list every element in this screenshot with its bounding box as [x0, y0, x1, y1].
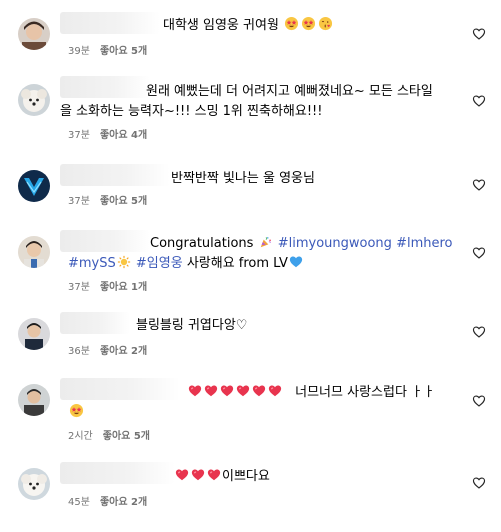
- comment-likes[interactable]: 좋아요 5개: [103, 431, 150, 442]
- red-heart-emoji-icon: [175, 468, 189, 482]
- like-heart-icon[interactable]: [472, 94, 486, 108]
- red-heart-emoji-icon: [191, 468, 205, 482]
- avatar[interactable]: [18, 170, 50, 202]
- avatar[interactable]: [18, 84, 50, 116]
- star-struck-emoji-icon: [284, 16, 299, 31]
- comment-body-line-1: 원래 예뻤는데 더 어려지고 예뻐졌네요~ 모든 스타일: [146, 84, 433, 99]
- comment-meta: 36분 좋아요 2개: [68, 345, 147, 359]
- username-blurred[interactable]: [60, 12, 160, 34]
- red-heart-emoji-icon: [207, 468, 221, 482]
- comment-likes[interactable]: 좋아요 5개: [100, 196, 147, 207]
- username-blurred[interactable]: [60, 378, 180, 400]
- avatar[interactable]: [18, 468, 50, 500]
- comment-body: 사랑해요 from LV: [186, 256, 288, 271]
- username-blurred[interactable]: [60, 76, 150, 98]
- comment-text: 반짝반짝 빛나는 울 영웅님: [171, 168, 465, 190]
- avatar[interactable]: [18, 18, 50, 50]
- red-heart-emoji-icon: [188, 384, 202, 398]
- comment-text: Congratulations #limyoungwoong #lmhero: [150, 233, 465, 255]
- comment-likes[interactable]: 좋아요 5개: [100, 46, 147, 57]
- hashtag-link[interactable]: #임영웅: [136, 256, 183, 271]
- comment-time[interactable]: 45분: [68, 497, 90, 508]
- comment-time[interactable]: 37분: [68, 130, 90, 141]
- comment-time[interactable]: 37분: [68, 196, 90, 207]
- comment-likes[interactable]: 좋아요 2개: [100, 497, 147, 508]
- username-blurred[interactable]: [60, 312, 130, 334]
- comment-body: 블링블링 귀엽다앙♡: [136, 318, 248, 333]
- comment-meta: 37분 좋아요 4개: [68, 129, 147, 143]
- username-blurred[interactable]: [60, 462, 175, 484]
- comment-body: 반짝반짝 빛나는 울 영웅님: [171, 171, 315, 186]
- comment-time[interactable]: 36분: [68, 346, 90, 357]
- like-heart-icon[interactable]: [472, 394, 486, 408]
- comment-likes[interactable]: 좋아요 4개: [100, 130, 147, 141]
- comment-meta: 37분 좋아요 1개: [68, 281, 147, 295]
- face-blowing-kiss-emoji-icon: [318, 16, 333, 31]
- comment-time[interactable]: 2시간: [68, 431, 93, 442]
- comment-text: [68, 402, 465, 424]
- comment-likes[interactable]: 좋아요 2개: [100, 346, 147, 357]
- sun-emoji-icon: [117, 255, 131, 269]
- username-blurred[interactable]: [60, 164, 170, 186]
- comment-body: 이쁘다요: [222, 469, 270, 484]
- comment-meta: 39분 좋아요 5개: [68, 45, 147, 59]
- comment-time[interactable]: 39분: [68, 46, 90, 57]
- comment-text: 이쁘다요: [174, 466, 465, 488]
- comment-body-line-2: 을 소화하는 능력자~!!! 스밍 1위 찐축하해요!!!: [60, 104, 323, 119]
- like-heart-icon[interactable]: [472, 476, 486, 490]
- comment-text: 원래 예뻤는데 더 어려지고 예뻐졌네요~ 모든 스타일: [146, 81, 465, 103]
- username-blurred[interactable]: [60, 230, 150, 252]
- avatar[interactable]: [18, 384, 50, 416]
- comment-body: Congratulations: [150, 236, 254, 251]
- comment-likes[interactable]: 좋아요 1개: [100, 282, 147, 293]
- like-heart-icon[interactable]: [472, 178, 486, 192]
- comment-meta: 37분 좋아요 5개: [68, 195, 147, 209]
- like-heart-icon[interactable]: [472, 27, 486, 41]
- comment-time[interactable]: 37분: [68, 282, 90, 293]
- star-struck-emoji-icon: [301, 16, 316, 31]
- hashtag-link[interactable]: #limyoungwoong: [278, 236, 392, 251]
- red-heart-emoji-icon: [204, 384, 218, 398]
- like-heart-icon[interactable]: [472, 246, 486, 260]
- comment-text: 대학생 임영웅 귀여웡: [163, 15, 465, 37]
- red-heart-emoji-icon: [268, 384, 282, 398]
- comment-text: 블링블링 귀엽다앙♡: [136, 315, 465, 337]
- comment-body: 너므너므 사랑스럽다 ㅏㅏ: [295, 385, 435, 400]
- comment-meta: 2시간 좋아요 5개: [68, 430, 150, 444]
- comment-meta: 45분 좋아요 2개: [68, 496, 147, 510]
- like-heart-icon[interactable]: [472, 325, 486, 339]
- blue-heart-emoji-icon: [289, 255, 303, 269]
- hashtag-link[interactable]: #lmhero: [396, 236, 452, 251]
- hashtag-link[interactable]: #mySS: [68, 256, 116, 271]
- red-heart-emoji-icon: [252, 384, 266, 398]
- comment-text: 을 소화하는 능력자~!!! 스밍 1위 찐축하해요!!!: [60, 101, 465, 123]
- party-popper-emoji-icon: [259, 235, 273, 249]
- red-heart-emoji-icon: [220, 384, 234, 398]
- red-heart-emoji-icon: [236, 384, 250, 398]
- comment-text: #mySS #임영웅 사랑해요 from LV: [68, 253, 465, 275]
- avatar[interactable]: [18, 318, 50, 350]
- comment-text: 너므너므 사랑스럽다 ㅏㅏ: [187, 382, 465, 404]
- comment-body: 대학생 임영웅 귀여웡: [163, 18, 279, 33]
- star-struck-emoji-icon: [69, 403, 84, 418]
- avatar[interactable]: [18, 236, 50, 268]
